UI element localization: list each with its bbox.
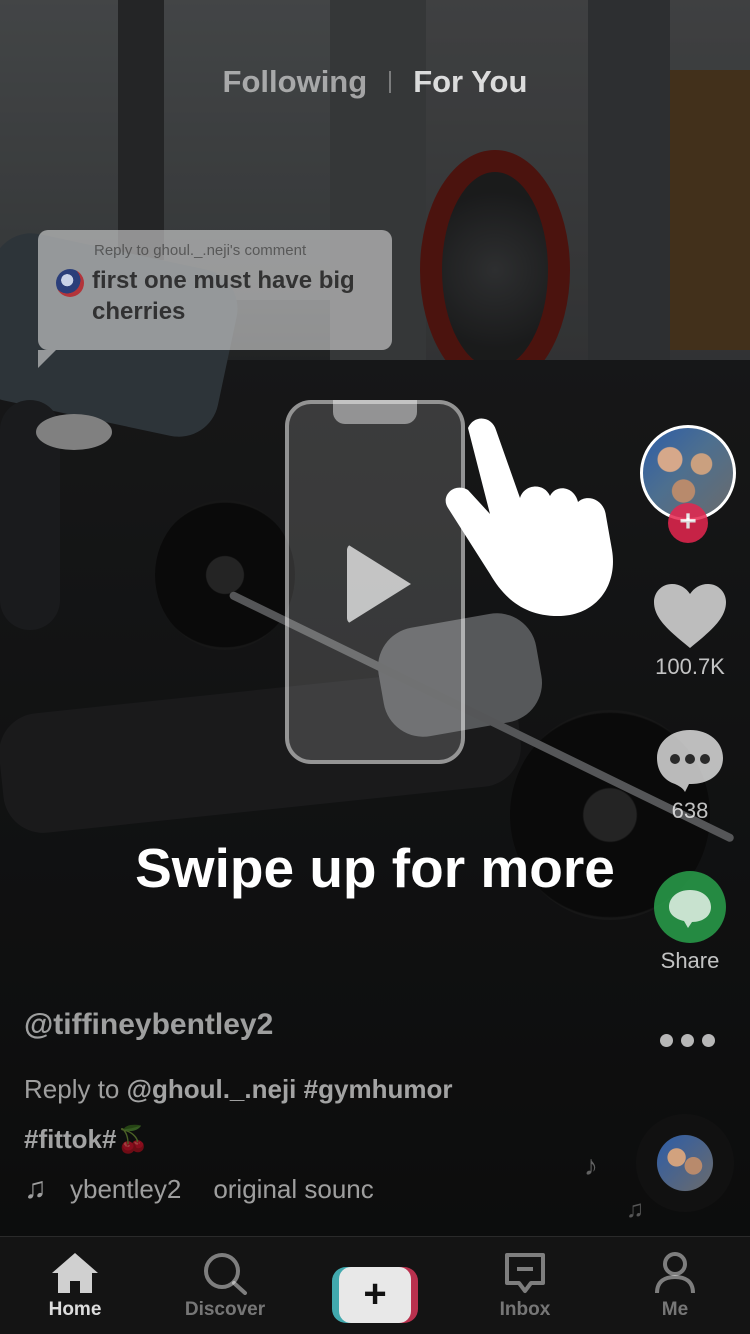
reply-header: Reply to ghoul._.neji's comment <box>94 242 307 259</box>
nav-discover[interactable]: Discover <box>150 1237 300 1334</box>
commenter-avatar <box>56 269 84 297</box>
more-options-icon[interactable] <box>660 1034 715 1047</box>
swipe-hint: Swipe up for more <box>135 837 615 899</box>
sound-disc[interactable] <box>636 1114 734 1212</box>
video-caption: @tiffineybentley2 Reply to @ghoul._.neji… <box>24 1008 604 1164</box>
phone-notch <box>333 400 417 424</box>
nav-inbox-label: Inbox <box>499 1299 551 1320</box>
sound-disc-avatar <box>657 1135 713 1191</box>
music-note-icon: ♫ <box>24 1172 47 1205</box>
nav-discover-label: Discover <box>184 1299 266 1320</box>
music-note-icon: ♫ <box>626 1196 644 1223</box>
pointing-hand-icon <box>445 418 613 616</box>
caption-mention[interactable]: @ghoul._.neji <box>127 1074 297 1104</box>
sound-artist: ybentley2 <box>70 1173 182 1204</box>
like-count: 100.7K <box>655 654 725 679</box>
feed-tabs: Following For You <box>0 64 750 100</box>
phone-outline-icon <box>285 400 465 764</box>
follow-plus-icon[interactable]: + <box>668 503 708 543</box>
hashtag-link[interactable]: #fittok# <box>24 1124 116 1154</box>
nav-me-label: Me <box>661 1299 689 1320</box>
caption-text: Reply to @ghoul._.neji #gymhumor #fittok… <box>24 1064 604 1164</box>
reply-comment-text: first one must have big cherries <box>92 267 355 325</box>
cherry-emoji: 🍒 <box>116 1124 149 1154</box>
nav-inbox[interactable]: Inbox <box>450 1237 600 1334</box>
play-icon <box>347 544 411 624</box>
create-button[interactable]: + <box>332 1267 418 1323</box>
nav-me[interactable]: Me <box>600 1237 750 1334</box>
share-bubble-icon <box>654 871 726 943</box>
caption-prefix: Reply to <box>24 1074 127 1104</box>
like-button[interactable]: 100.7K <box>640 584 740 680</box>
creator-username[interactable]: @tiffineybentley2 <box>24 1008 604 1042</box>
reply-comment-sticker[interactable]: Reply to ghoul._.neji's comment first on… <box>38 230 392 368</box>
nav-home-label: Home <box>48 1299 102 1320</box>
nav-create[interactable]: + <box>300 1237 450 1334</box>
tab-following[interactable]: Following <box>201 64 390 100</box>
home-icon <box>52 1253 98 1293</box>
sound-title: original sounc <box>213 1173 374 1204</box>
comment-button[interactable]: 638 <box>640 728 740 824</box>
hashtag-link[interactable]: #gymhumor <box>304 1074 453 1104</box>
profile-icon <box>655 1252 695 1294</box>
share-button[interactable]: Share <box>640 870 740 974</box>
bottom-navigation: Home Discover + Inbox Me <box>0 1236 750 1334</box>
comment-count: 638 <box>671 798 709 823</box>
heart-icon <box>654 584 726 648</box>
comment-icon <box>657 730 723 792</box>
create-plus-icon: + <box>339 1267 411 1323</box>
share-label: Share <box>660 948 720 973</box>
search-icon <box>204 1253 247 1295</box>
tab-for-you[interactable]: For You <box>391 64 549 100</box>
sound-marquee[interactable]: ♫ ybentley2 original sounc <box>24 1172 414 1206</box>
nav-home[interactable]: Home <box>0 1237 150 1334</box>
inbox-icon <box>505 1253 545 1293</box>
